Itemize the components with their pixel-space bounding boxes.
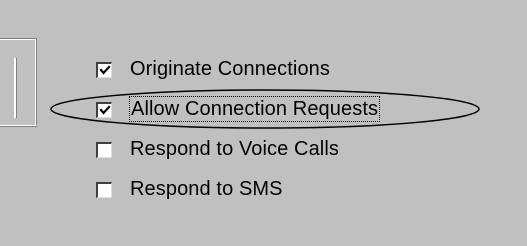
allow-connection-requests-checkbox[interactable] xyxy=(96,102,112,118)
respond-to-voice-calls-option[interactable]: Respond to Voice Calls xyxy=(96,134,339,164)
originate-connections-label: Originate Connections xyxy=(130,58,330,80)
allow-connection-requests-option[interactable]: Allow Connection Requests xyxy=(96,94,381,124)
respond-to-voice-calls-label: Respond to Voice Calls xyxy=(130,138,339,160)
adjacent-field-edge xyxy=(0,58,16,118)
respond-to-sms-label: Respond to SMS xyxy=(130,178,283,200)
respond-to-voice-calls-checkbox[interactable] xyxy=(96,142,112,158)
originate-connections-checkbox[interactable] xyxy=(96,62,112,78)
respond-to-sms-checkbox[interactable] xyxy=(96,182,112,198)
respond-to-sms-option[interactable]: Respond to SMS xyxy=(96,174,283,204)
checkmark-icon xyxy=(98,104,111,115)
allow-connection-requests-label: Allow Connection Requests xyxy=(128,96,381,122)
checkmark-icon xyxy=(98,64,111,75)
originate-connections-option[interactable]: Originate Connections xyxy=(96,54,330,84)
